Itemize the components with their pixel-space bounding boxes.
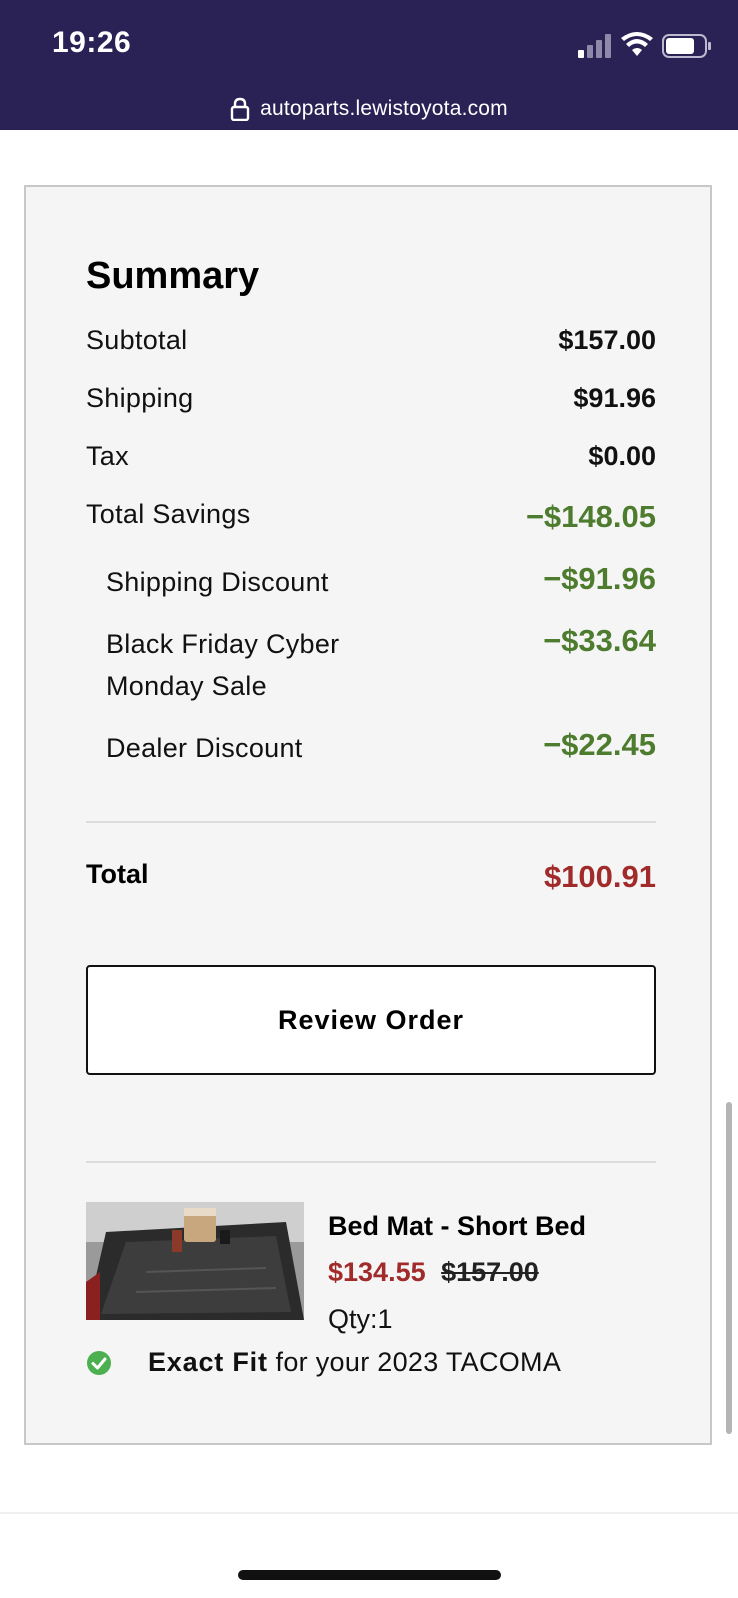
black-friday-discount-value: −$33.64 — [543, 623, 656, 658]
summary-card: Summary Subtotal $157.00 Shipping $91.96… — [24, 185, 712, 1445]
signal-icon — [578, 34, 611, 58]
dealer-discount-label: Dealer Discount — [106, 733, 303, 763]
total-label: Total — [86, 859, 149, 889]
tax-row: Tax $0.00 — [86, 441, 656, 472]
tax-value: $0.00 — [588, 441, 656, 471]
total-savings-label: Total Savings — [86, 499, 251, 529]
total-row: Total $100.91 — [86, 859, 656, 895]
shipping-value: $91.96 — [573, 383, 656, 413]
url-text: autoparts.lewistoyota.com — [260, 97, 508, 120]
home-indicator[interactable] — [238, 1570, 501, 1580]
url-bar[interactable]: autoparts.lewistoyota.com — [0, 92, 738, 126]
total-savings-value: −$148.05 — [525, 499, 656, 534]
fitment-strong: Exact Fit — [148, 1347, 268, 1377]
shipping-discount-value: −$91.96 — [543, 561, 656, 596]
check-circle-icon — [87, 1350, 111, 1375]
sale-price: $134.55 — [328, 1257, 426, 1287]
subtotal-row: Subtotal $157.00 — [86, 325, 656, 356]
scrollbar[interactable] — [726, 1102, 732, 1434]
quantity-label: Qty:1 — [328, 1304, 393, 1334]
fitment-row: Exact Fit for your 2023 TACOMA — [86, 1347, 561, 1378]
fitment-detail: for your 2023 TACOMA — [267, 1347, 562, 1377]
battery-icon — [662, 34, 711, 58]
summary-title: Summary — [86, 255, 260, 297]
product-name[interactable]: Bed Mat - Short Bed — [328, 1211, 586, 1242]
status-time: 19:26 — [52, 26, 132, 59]
shipping-row: Shipping $91.96 — [86, 383, 656, 414]
shipping-discount-row: Shipping Discount −$91.96 — [86, 561, 656, 603]
wifi-icon — [621, 32, 653, 56]
original-price: $157.00 — [441, 1257, 539, 1287]
total-savings-row: Total Savings −$148.05 — [86, 499, 656, 535]
divider — [86, 1161, 656, 1163]
review-order-button[interactable]: Review Order — [86, 965, 656, 1075]
subtotal-label: Subtotal — [86, 325, 188, 355]
subtotal-value: $157.00 — [558, 325, 656, 355]
fitment-text: Exact Fit for your 2023 TACOMA — [148, 1347, 561, 1378]
shipping-discount-label: Shipping Discount — [106, 567, 329, 597]
shipping-label: Shipping — [86, 383, 194, 413]
dealer-discount-row: Dealer Discount −$22.45 — [86, 727, 656, 769]
price-row: $134.55 $157.00 — [328, 1257, 539, 1288]
bottom-separator — [0, 1512, 738, 1514]
divider — [86, 821, 656, 823]
product-image[interactable] — [86, 1202, 304, 1320]
black-friday-discount-label: Black Friday Cyber Monday Sale — [106, 629, 340, 701]
lock-icon — [230, 97, 250, 121]
black-friday-discount-row: Black Friday Cyber Monday Sale −$33.64 — [86, 623, 656, 707]
total-value: $100.91 — [543, 859, 656, 894]
dealer-discount-value: −$22.45 — [543, 727, 656, 762]
status-bar: 19:26 autoparts.lewistoyota.com — [0, 0, 738, 130]
tax-label: Tax — [86, 441, 129, 471]
